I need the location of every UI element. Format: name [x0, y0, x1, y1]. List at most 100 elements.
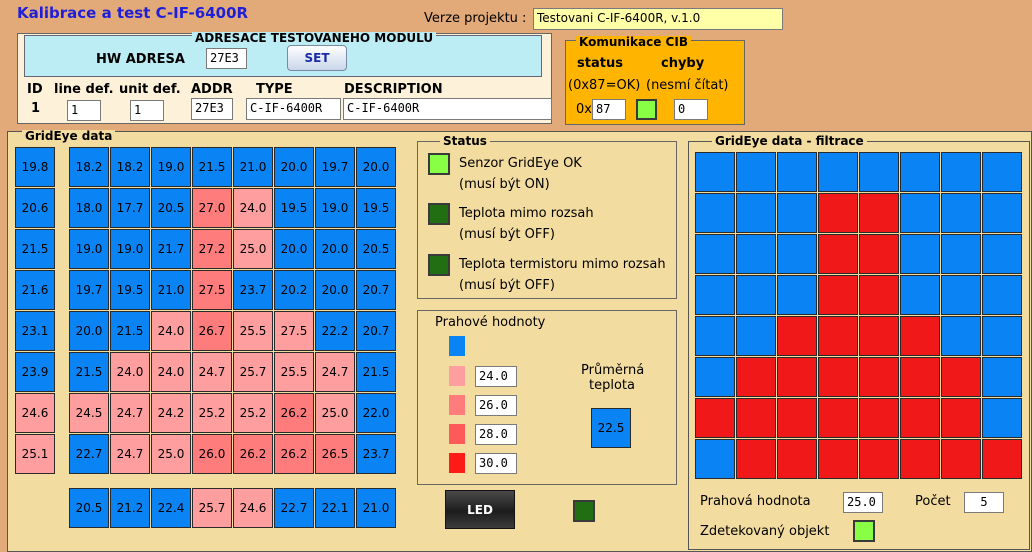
cib-errors-field[interactable]: 0	[674, 99, 708, 120]
cib-errors-label: chyby	[661, 56, 705, 71]
filtered-cell	[982, 316, 1022, 356]
filtered-cell	[818, 439, 858, 479]
grid-cell: 20.7	[356, 311, 396, 351]
grid-cell: 19.0	[69, 229, 109, 269]
grid-cell: 21.0	[151, 270, 191, 310]
grid-cell: 24.0	[151, 352, 191, 392]
grid-cell: 25.2	[233, 393, 273, 433]
grid-cell: 20.7	[356, 270, 396, 310]
filtered-cell	[777, 152, 817, 192]
grid-cell: 24.5	[69, 393, 109, 433]
grid-cell: 25.0	[233, 229, 273, 269]
grid-side-cell: 21.5	[15, 229, 55, 269]
grid-cell: 21.5	[69, 352, 109, 392]
grid-cell: 25.5	[233, 311, 273, 351]
filtered-cell	[818, 152, 858, 192]
hw-address-field[interactable]: 27E3	[206, 48, 247, 69]
project-version-field[interactable]: Testovani C-IF-6400R, v.1.0	[533, 8, 783, 30]
unit-def-field[interactable]: 1	[130, 100, 164, 121]
filtered-cell	[982, 439, 1022, 479]
grid-cell: 27.0	[192, 188, 232, 228]
filtered-cell	[859, 234, 899, 274]
filtered-cell	[695, 152, 735, 192]
grid-cell: 19.0	[151, 147, 191, 187]
addr-field[interactable]: 27E3	[191, 98, 233, 120]
grid-cell: 24.7	[192, 352, 232, 392]
grid-cell: 24.0	[151, 311, 191, 351]
filtered-cell	[695, 275, 735, 315]
filtered-cell	[859, 193, 899, 233]
grid-side-cell: 23.1	[15, 311, 55, 351]
filtered-cell	[736, 398, 776, 438]
threshold-swatch-3	[449, 424, 465, 444]
threshold-field-4[interactable]: 30.0	[475, 453, 517, 474]
threshold-swatch-0	[449, 336, 465, 356]
grid-cell: 21.5	[192, 147, 232, 187]
grid-cell: 26.2	[274, 434, 314, 474]
filtered-cell	[736, 275, 776, 315]
line-def-field[interactable]: 1	[67, 100, 101, 121]
grid-cell: 18.2	[110, 147, 150, 187]
detected-object-indicator	[853, 520, 875, 542]
threshold-swatch-1	[449, 366, 465, 386]
grid-cell: 20.0	[274, 229, 314, 269]
grid-cell: 24.7	[110, 393, 150, 433]
filtered-cell	[900, 193, 940, 233]
threshold-field-3[interactable]: 28.0	[475, 424, 517, 445]
type-field[interactable]: C-IF-6400R	[246, 98, 341, 120]
filtered-cell	[982, 193, 1022, 233]
led-button[interactable]: LED	[445, 490, 515, 529]
average-temp-label-1: Průměrná	[581, 363, 645, 378]
threshold-field-1[interactable]: 24.0	[475, 366, 517, 387]
filtered-cell	[695, 316, 735, 356]
grid-cell: 19.0	[315, 188, 355, 228]
threshold-field-2[interactable]: 26.0	[475, 395, 517, 416]
filtered-cell	[982, 234, 1022, 274]
grid-cell: 20.0	[274, 147, 314, 187]
filtered-cell	[695, 398, 735, 438]
grid-cell: 20.0	[315, 270, 355, 310]
grid-cell: 25.7	[233, 352, 273, 392]
grid-cell: 21.0	[233, 147, 273, 187]
grid-cell: 20.0	[356, 147, 396, 187]
filtered-cell	[818, 193, 858, 233]
filtered-cell	[941, 152, 981, 192]
filtered-cell	[859, 398, 899, 438]
filtered-cell	[900, 357, 940, 397]
grid-side-cell: 21.6	[15, 270, 55, 310]
header-addr: ADDR	[191, 82, 233, 97]
cib-status-indicator	[636, 99, 657, 120]
filtered-cell	[818, 234, 858, 274]
filtered-cell	[900, 398, 940, 438]
grid-cell: 21.7	[151, 229, 191, 269]
status-hint-thermistor-out-of-range: (musí být OFF)	[459, 278, 555, 293]
filtered-cell	[941, 398, 981, 438]
header-line-def: line def.	[54, 82, 114, 97]
count-field[interactable]: 5	[964, 492, 1004, 513]
description-field[interactable]: C-IF-6400R	[343, 98, 552, 120]
filtered-cell	[736, 193, 776, 233]
filtered-cell	[695, 357, 735, 397]
set-button[interactable]: SET	[287, 45, 347, 71]
filtered-cell	[695, 439, 735, 479]
grid-bottom-cell: 21.2	[110, 488, 150, 528]
header-id: ID	[27, 82, 43, 97]
filtered-cell	[982, 357, 1022, 397]
filter-threshold-field[interactable]: 25.0	[843, 492, 883, 513]
filtered-cell	[941, 357, 981, 397]
filtered-cell	[900, 275, 940, 315]
filtered-cell	[777, 357, 817, 397]
status-led-thermistor-out-of-range	[428, 254, 450, 276]
filtered-cell	[941, 234, 981, 274]
grid-cell: 26.2	[233, 434, 273, 474]
grideye-data-title: GridEye data	[22, 130, 116, 143]
filtered-cell	[982, 152, 1022, 192]
grid-bottom-cell: 22.1	[315, 488, 355, 528]
cib-status-field[interactable]: 87	[592, 99, 626, 120]
status-label-thermistor-out-of-range: Teplota termistoru mimo rozsah	[459, 257, 666, 272]
status-led-sensor-ok	[428, 153, 450, 175]
filtered-cell	[736, 234, 776, 274]
filtered-cell	[736, 152, 776, 192]
status-label-sensor-ok: Senzor GridEye OK	[459, 156, 582, 171]
filtered-cell	[777, 398, 817, 438]
